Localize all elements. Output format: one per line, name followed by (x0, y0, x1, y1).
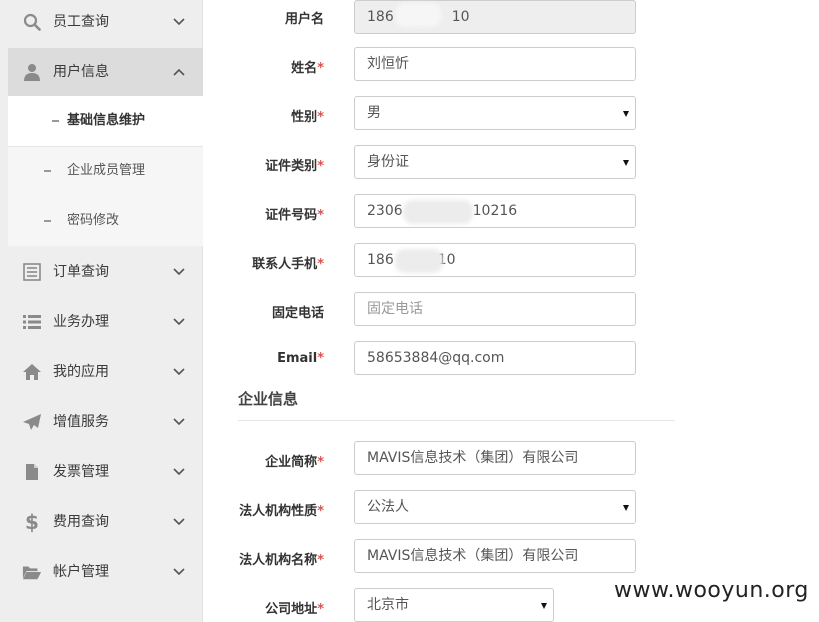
submenu-item-label: 基础信息维护 (67, 113, 146, 128)
caret-down-icon (541, 603, 547, 609)
sidebar-item-label: 费用查询 (53, 514, 109, 530)
chevron-down-icon (173, 568, 185, 576)
watermark: www.wooyun.org (614, 578, 809, 603)
address-label: 公司地址* (265, 602, 324, 617)
caret-down-icon (623, 111, 629, 117)
chevron-down-icon (173, 318, 185, 326)
id-type-label: 证件类别* (265, 159, 324, 174)
username-prefix: 186 (367, 9, 394, 25)
sidebar-item-account[interactable]: 帐户管理 (8, 548, 203, 596)
home-icon (22, 361, 42, 383)
list-icon (22, 261, 42, 283)
user-info-submenu: 基础信息维护 企业成员管理 密码修改 (8, 96, 203, 246)
email-field[interactable]: 58653884@qq.com (354, 341, 636, 375)
submenu-item-basic-info[interactable]: 基础信息维护 (8, 96, 203, 146)
chevron-down-icon (173, 468, 185, 476)
chevron-down-icon (173, 368, 185, 376)
sidebar-item-value-added[interactable]: 增值服务 (8, 398, 203, 446)
company-short-field[interactable]: MAVIS信息技术（集团）有限公司 (354, 441, 636, 475)
sidebar-item-fee-query[interactable]: $ 费用查询 (8, 498, 203, 546)
legal-name-label: 法人机构名称* (239, 553, 324, 568)
sidebar-item-label: 用户信息 (53, 64, 109, 80)
username-label: 用户名 (284, 12, 324, 27)
chevron-down-icon (173, 268, 185, 276)
file-icon (22, 461, 42, 483)
sidebar-item-invoice[interactable]: 发票管理 (8, 448, 203, 496)
user-icon (22, 61, 42, 83)
sidebar: 员工查询 用户信息 基础信息维护 企业成员管理 密码修改 订单查询 业务办理 我… (0, 0, 203, 622)
phone-field[interactable]: 固定电话 (354, 292, 636, 326)
folder-open-icon (22, 561, 42, 583)
sidebar-item-label: 增值服务 (53, 414, 109, 430)
section-title-company: 企业信息 (238, 390, 299, 408)
dash-icon (44, 220, 51, 222)
caret-down-icon (623, 505, 629, 511)
section-divider (238, 420, 675, 421)
sidebar-item-label: 订单查询 (53, 264, 109, 280)
phone-label: 固定电话 (271, 306, 324, 321)
legal-type-label: 法人机构性质* (239, 504, 324, 519)
gender-select[interactable]: 男 (354, 96, 636, 130)
chevron-down-icon (173, 418, 185, 426)
sidebar-item-label: 帐户管理 (53, 564, 109, 580)
dollar-icon: $ (25, 510, 39, 534)
name-field[interactable]: 刘恒忻 (354, 47, 636, 81)
sidebar-item-label: 员工查询 (53, 14, 109, 30)
submenu-item-label: 密码修改 (67, 213, 120, 228)
email-label: Email* (277, 351, 324, 366)
id-number-field[interactable]: 2306 10216 (354, 194, 636, 228)
dash-icon (52, 120, 59, 122)
legal-name-field[interactable]: MAVIS信息技术（集团）有限公司 (354, 539, 636, 573)
paper-plane-icon (22, 411, 42, 433)
username-suffix: 10 (451, 9, 470, 25)
sidebar-item-label: 我的应用 (53, 364, 109, 380)
submenu-item-password[interactable]: 密码修改 (8, 196, 203, 246)
mobile-label: 联系人手机* (252, 257, 324, 272)
sidebar-item-my-apps[interactable]: 我的应用 (8, 348, 203, 396)
bulleted-list-icon (22, 311, 42, 333)
username-field: 186 10 (354, 0, 636, 34)
submenu-item-members[interactable]: 企业成员管理 (8, 146, 203, 196)
company-short-label: 企业简称* (265, 455, 324, 470)
sidebar-item-label: 发票管理 (53, 464, 109, 480)
sidebar-item-label: 业务办理 (53, 314, 109, 330)
sidebar-item-business[interactable]: 业务办理 (8, 298, 203, 346)
caret-down-icon (623, 160, 629, 166)
chevron-down-icon (173, 518, 185, 526)
redaction (395, 3, 441, 27)
sidebar-item-order-query[interactable]: 订单查询 (8, 248, 203, 296)
search-icon (22, 11, 42, 33)
name-label: 姓名* (291, 61, 324, 76)
id-type-select[interactable]: 身份证 (354, 145, 636, 179)
sidebar-item-user-info[interactable]: 用户信息 (8, 48, 203, 96)
legal-type-select[interactable]: 公法人 (354, 490, 636, 524)
mobile-field[interactable]: 186 10 (354, 243, 636, 277)
redaction (403, 200, 473, 224)
submenu-item-label: 企业成员管理 (67, 163, 146, 178)
redaction (395, 249, 443, 273)
id-number-label: 证件号码* (265, 208, 324, 223)
address-select[interactable]: 北京市 (354, 588, 554, 622)
chevron-up-icon (173, 68, 185, 76)
sidebar-item-employee-query[interactable]: 员工查询 (8, 0, 203, 46)
chevron-down-icon (173, 18, 185, 26)
gender-label: 性别* (291, 110, 324, 125)
dash-icon (44, 170, 51, 172)
